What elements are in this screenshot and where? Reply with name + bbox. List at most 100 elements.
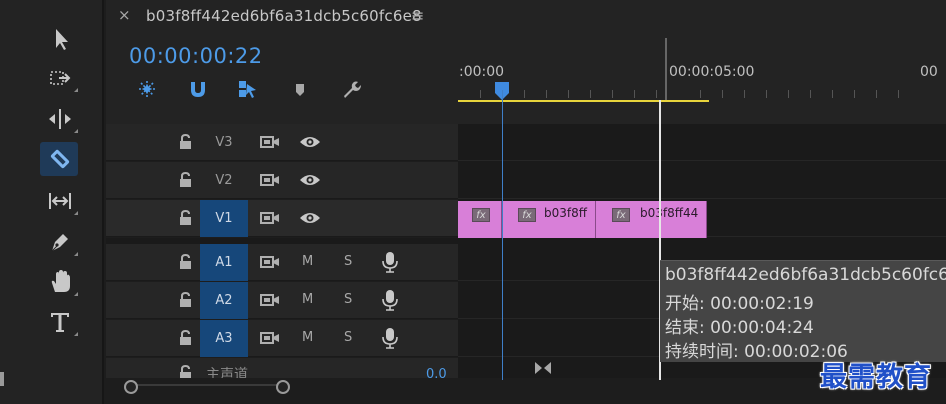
track-select-forward-tool[interactable]: [38, 60, 82, 96]
ruler-tick: [700, 90, 701, 98]
tool-flyout-indicator: [74, 252, 78, 256]
scroll-start-handle[interactable]: [124, 380, 138, 394]
track-header-master[interactable]: [106, 358, 458, 379]
sync-lock-icon[interactable]: [260, 330, 280, 346]
toggle-output-eye-icon[interactable]: [299, 172, 321, 188]
sequence-tab[interactable]: × b03f8ff442ed6bf6a31dcb5c60fc6e8 ≡: [106, 0, 946, 32]
mute-track-button[interactable]: M: [302, 254, 313, 269]
track-header-a1[interactable]: A1 M S: [106, 244, 458, 281]
voice-over-record-icon[interactable]: [380, 251, 400, 273]
track-header-v2[interactable]: V2: [106, 162, 458, 199]
lock-track-icon[interactable]: [178, 253, 194, 271]
track-target-a1[interactable]: A1: [200, 244, 248, 281]
sequence-name: b03f8ff442ed6bf6a31dcb5c60fc6e8: [146, 7, 422, 25]
close-tab-icon[interactable]: ×: [118, 6, 131, 24]
track-target-v1[interactable]: V1: [200, 200, 248, 237]
work-area-bar[interactable]: [458, 100, 709, 102]
mute-track-button[interactable]: M: [302, 292, 313, 307]
master-lock-icon[interactable]: [178, 364, 194, 378]
lock-track-icon[interactable]: [178, 171, 194, 189]
sync-lock-icon[interactable]: [260, 172, 280, 188]
voice-over-record-icon[interactable]: [380, 327, 400, 349]
track-header-v3[interactable]: V3: [106, 124, 458, 161]
video-clip[interactable]: fx b03f8ff: [502, 201, 596, 238]
fx-badge: fx: [612, 208, 630, 222]
clip-name: b03f8ff44: [640, 206, 699, 220]
snap-toggle[interactable]: [185, 76, 211, 102]
tool-flyout-indicator: [74, 332, 78, 336]
playhead-timecode[interactable]: 00:00:00:22: [129, 44, 263, 68]
sync-lock-icon[interactable]: [260, 210, 280, 226]
timeline-settings-button[interactable]: [338, 76, 364, 102]
mute-track-button[interactable]: M: [302, 330, 313, 345]
selection-tool-icon: [56, 29, 68, 50]
solo-track-button[interactable]: S: [344, 254, 352, 269]
track-header-a2[interactable]: A2 M S: [106, 282, 458, 319]
tools-panel: [0, 0, 104, 404]
panel-menu-icon[interactable]: ≡: [411, 6, 424, 25]
ripple-edit-icon: [49, 109, 71, 129]
lock-track-icon[interactable]: [178, 209, 194, 227]
ruler-tick: [788, 90, 789, 98]
toggle-output-eye-icon[interactable]: [299, 134, 321, 150]
track-name[interactable]: V2: [200, 162, 248, 199]
ruler-label: :00:00: [459, 64, 505, 80]
track-name[interactable]: V3: [200, 124, 248, 161]
time-ruler[interactable]: :00:00 00:00:05:00 00: [458, 32, 946, 124]
panel-edge: [0, 372, 4, 386]
track-header-a3[interactable]: A3 M S: [106, 320, 458, 357]
fx-badge: fx: [518, 208, 536, 222]
tool-flyout-indicator: [74, 292, 78, 296]
ruler-tick: [634, 90, 635, 98]
ruler-tick: [810, 90, 811, 98]
razor-tool[interactable]: [38, 141, 82, 177]
snap-magnet-icon: [191, 82, 205, 97]
sync-lock-icon[interactable]: [260, 254, 280, 270]
lock-track-icon[interactable]: [178, 329, 194, 347]
tooltip-end: 结束: 00:00:04:24: [665, 318, 814, 338]
lock-track-icon[interactable]: [178, 133, 194, 151]
track-lane-v3[interactable]: [458, 124, 946, 161]
track-header-v1[interactable]: V1: [106, 200, 458, 237]
ruler-tick: [854, 90, 855, 98]
voice-over-record-icon[interactable]: [380, 289, 400, 311]
toggle-output-eye-icon[interactable]: [299, 210, 321, 226]
tool-flyout-indicator: [74, 129, 78, 133]
tooltip-start: 开始: 00:00:02:19: [665, 294, 814, 314]
slip-tool[interactable]: [38, 183, 82, 219]
video-clip-selected[interactable]: fx b03f8ff44: [596, 201, 707, 238]
solo-track-button[interactable]: S: [344, 330, 352, 345]
scrollbar-track[interactable]: [126, 384, 286, 386]
type-tool-icon: [51, 313, 69, 332]
ruler-tick: [524, 90, 525, 98]
add-marker-button[interactable]: [287, 76, 313, 102]
playhead-line[interactable]: [502, 90, 503, 380]
track-lane-v2[interactable]: [458, 162, 946, 199]
slip-tool-icon: [49, 193, 71, 209]
go-to-in-out-icon[interactable]: [534, 360, 552, 376]
track-target-a2[interactable]: A2: [200, 282, 248, 319]
hand-tool[interactable]: [38, 264, 82, 300]
track-target-a3[interactable]: A3: [200, 320, 248, 357]
clip-info-tooltip: b03f8ff442ed6bf6a31dcb5c60fc6e8 开始: 00:0…: [660, 260, 946, 362]
pen-tool[interactable]: [38, 224, 82, 260]
sync-lock-icon[interactable]: [260, 292, 280, 308]
sync-lock-icon[interactable]: [260, 134, 280, 150]
scroll-end-handle[interactable]: [276, 380, 290, 394]
lock-track-icon[interactable]: [178, 291, 194, 309]
selection-tool[interactable]: [38, 21, 82, 57]
ruler-tick: [722, 90, 723, 98]
razor-tool-icon: [50, 149, 70, 169]
linked-selection-toggle[interactable]: [234, 76, 260, 102]
tool-flyout-indicator: [74, 211, 78, 215]
ruler-tick: [656, 90, 657, 98]
ruler-tick: [612, 90, 613, 98]
nest-toggle[interactable]: [134, 76, 160, 102]
ripple-edit-tool[interactable]: [38, 101, 82, 137]
solo-track-button[interactable]: S: [344, 292, 352, 307]
type-tool[interactable]: [38, 304, 82, 340]
track-select-forward-icon: [50, 71, 71, 85]
ruler-tick: [766, 90, 767, 98]
ruler-tick: [590, 90, 591, 98]
video-clip[interactable]: fx: [458, 201, 502, 238]
